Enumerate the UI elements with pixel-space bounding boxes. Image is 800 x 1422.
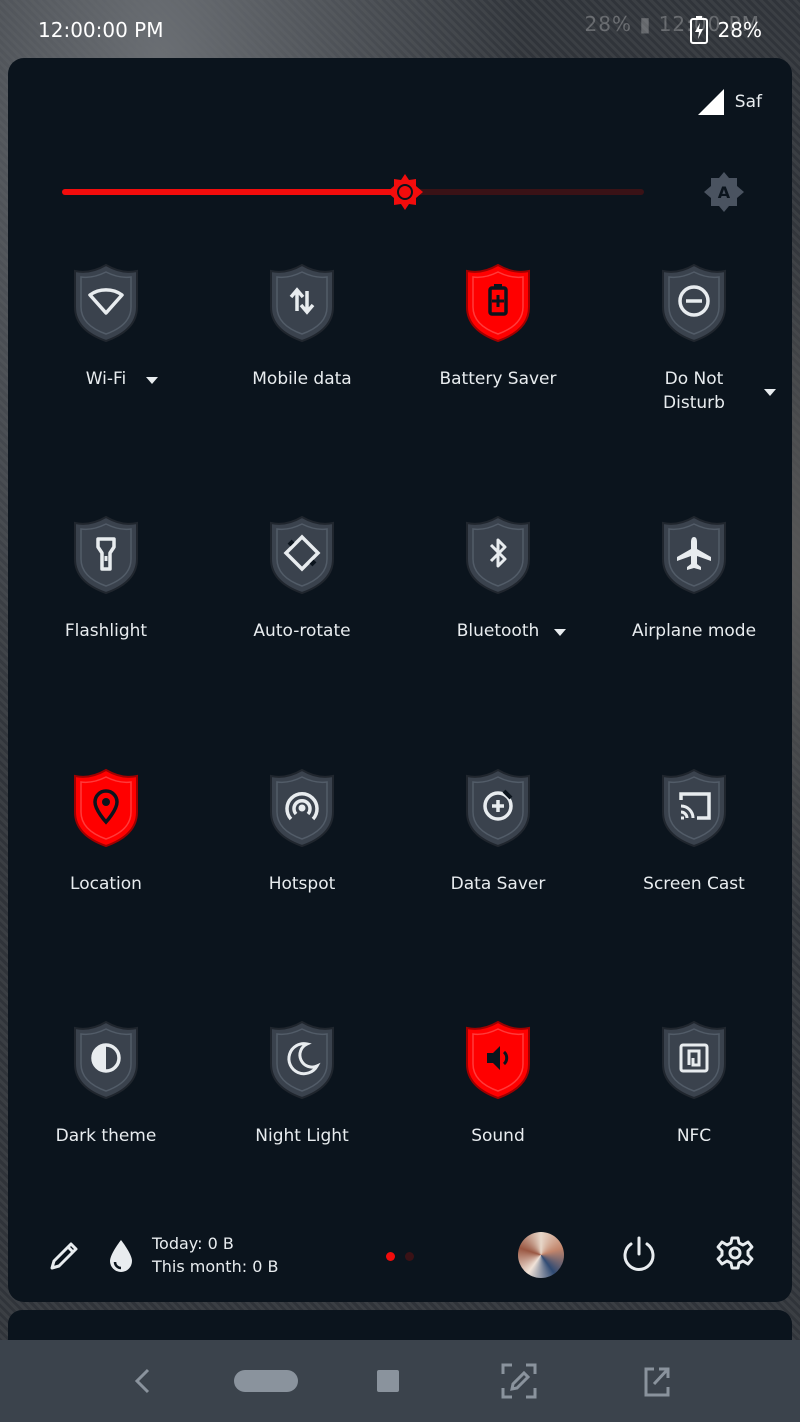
open-external-icon[interactable] <box>642 1362 672 1400</box>
tile-label: Auto-rotate <box>253 621 351 641</box>
tile-do-not-disturb[interactable]: Do Not Disturb <box>596 263 792 503</box>
airplane-icon <box>662 515 726 595</box>
mobile-data-icon <box>270 263 334 343</box>
tile-label: Location <box>70 874 142 894</box>
usage-month: This month: 0 B <box>152 1257 279 1276</box>
tile-label: Data Saver <box>450 874 546 894</box>
data-saver-icon <box>466 768 530 848</box>
tile-label: Battery Saver <box>439 369 557 389</box>
status-bar: 12:00:00 PM 28% ▮ 12:00 PM 28% <box>0 0 800 60</box>
qs-footer: Today: 0 B This month: 0 B <box>8 1220 792 1290</box>
tile-wifi[interactable]: Wi-Fi <box>8 263 204 503</box>
svg-text:A: A <box>718 183 731 202</box>
back-icon[interactable] <box>130 1362 154 1400</box>
tile-label: Screen Cast <box>643 874 745 894</box>
usage-today: Today: 0 B <box>152 1234 234 1253</box>
tile-mobile-data[interactable]: Mobile data <box>204 263 400 503</box>
recents-square <box>377 1370 399 1392</box>
tile-label: Night Light <box>255 1126 349 1146</box>
tile-location[interactable]: Location <box>8 768 204 1008</box>
tile-label: Airplane mode <box>631 621 757 641</box>
flashlight-icon <box>74 515 138 595</box>
power-icon[interactable] <box>618 1234 660 1276</box>
auto-brightness-icon[interactable]: A <box>704 172 744 212</box>
settings-icon[interactable] <box>714 1234 756 1276</box>
tile-airplane[interactable]: Airplane mode <box>596 515 792 755</box>
tile-label: Flashlight <box>64 621 148 641</box>
tile-label: Dark theme <box>55 1126 157 1146</box>
tile-hotspot[interactable]: Hotspot <box>204 768 400 1008</box>
data-usage-summary[interactable]: Today: 0 B This month: 0 B <box>152 1232 278 1278</box>
data-usage-icon[interactable] <box>106 1238 136 1274</box>
user-avatar[interactable] <box>518 1232 564 1278</box>
tile-label: Wi-Fi <box>85 369 127 389</box>
battery-charging-icon <box>689 16 708 44</box>
dropdown-caret-icon[interactable] <box>764 389 776 396</box>
bluetooth-icon <box>466 515 530 595</box>
tile-bluetooth[interactable]: Bluetooth <box>400 515 596 755</box>
signal-icon <box>697 89 724 115</box>
screen-cast-icon <box>662 768 726 848</box>
brightness-thumb-icon[interactable] <box>386 173 424 211</box>
carrier-indicator: Saf <box>697 88 762 116</box>
tile-label: NFC <box>676 1126 712 1146</box>
night-light-icon <box>270 1020 334 1100</box>
status-right: 28% <box>689 16 762 44</box>
status-clock: 12:00:00 PM <box>38 18 164 42</box>
auto-rotate-icon <box>270 515 334 595</box>
quick-settings-panel: Saf A Wi-Fi Mobile data Battery Saver Do No… <box>8 58 792 1302</box>
edit-icon[interactable] <box>44 1236 84 1276</box>
tile-auto-rotate[interactable]: Auto-rotate <box>204 515 400 755</box>
recents-icon[interactable] <box>376 1362 400 1400</box>
tile-label: Sound <box>471 1126 525 1146</box>
hotspot-icon <box>270 768 334 848</box>
page-dot[interactable] <box>405 1252 414 1261</box>
battery-saver-icon <box>466 263 530 343</box>
page-dot[interactable] <box>386 1252 395 1261</box>
dropdown-caret-icon[interactable] <box>554 629 566 636</box>
home-pill-icon[interactable] <box>234 1362 298 1400</box>
brightness-fill <box>62 189 405 195</box>
nfc-icon <box>662 1020 726 1100</box>
tile-label: Hotspot <box>268 874 336 894</box>
brightness-slider[interactable] <box>62 174 644 210</box>
tile-data-saver[interactable]: Data Saver <box>400 768 596 1008</box>
carrier-label: Saf <box>734 92 762 112</box>
dark-theme-icon <box>74 1020 138 1100</box>
sound-icon <box>466 1020 530 1100</box>
do-not-disturb-icon <box>662 263 726 343</box>
screenshot-edit-icon[interactable] <box>500 1362 538 1400</box>
tile-label: Bluetooth <box>456 621 540 641</box>
tile-flashlight[interactable]: Flashlight <box>8 515 204 755</box>
page-indicator <box>386 1252 414 1261</box>
location-icon <box>74 768 138 848</box>
dropdown-caret-icon[interactable] <box>146 377 158 384</box>
tile-screen-cast[interactable]: Screen Cast <box>596 768 792 1008</box>
battery-percent: 28% <box>717 18 762 42</box>
tile-label: Mobile data <box>252 369 352 389</box>
home-pill <box>234 1370 298 1392</box>
tile-label: Do Not Disturb <box>663 369 725 413</box>
wifi-icon <box>74 263 138 343</box>
navigation-bar <box>0 1340 800 1422</box>
tile-battery-saver[interactable]: Battery Saver <box>400 263 596 503</box>
